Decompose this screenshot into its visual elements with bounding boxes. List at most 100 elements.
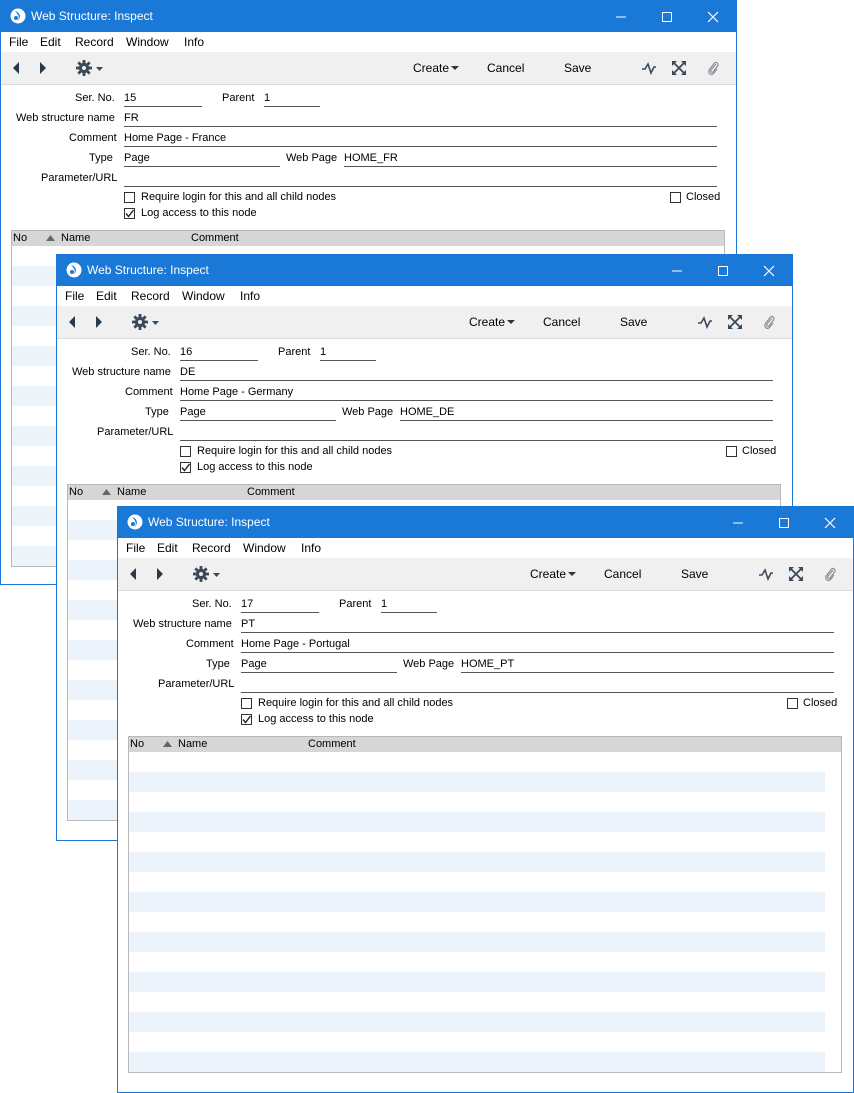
parameter-url-field[interactable] [241, 678, 834, 693]
expand-icon[interactable] [789, 567, 803, 581]
menu-window[interactable]: Window [243, 541, 286, 555]
type-field[interactable]: Page [241, 658, 397, 673]
parent-field[interactable]: 1 [381, 598, 437, 613]
minimize-button[interactable] [654, 255, 700, 286]
cancel-button[interactable]: Cancel [604, 567, 641, 581]
activity-icon[interactable] [759, 567, 773, 581]
maximize-button[interactable] [700, 255, 746, 286]
web-page-label: Web Page [286, 152, 338, 164]
paperclip-icon[interactable] [763, 314, 775, 330]
web-structure-name-field[interactable]: FR [124, 112, 717, 127]
parameter-url-field[interactable] [124, 172, 717, 187]
grid-row-stripe [129, 772, 825, 792]
require-login-checkbox[interactable] [124, 192, 135, 203]
close-button[interactable] [807, 507, 853, 538]
close-button[interactable] [746, 255, 792, 286]
ser-no-field[interactable]: 16 [180, 346, 258, 361]
log-access-checkbox[interactable] [241, 714, 252, 725]
grid-row-stripe [129, 812, 825, 832]
comment-field[interactable]: Home Page - Germany [180, 386, 773, 401]
column-no-header[interactable]: No [13, 232, 27, 244]
parent-field[interactable]: 1 [320, 346, 376, 361]
next-record-icon[interactable] [39, 61, 47, 75]
closed-checkbox[interactable] [726, 446, 737, 457]
maximize-button[interactable] [644, 1, 690, 32]
ser-no-field[interactable]: 17 [241, 598, 319, 613]
column-comment-header[interactable]: Comment [308, 738, 356, 750]
column-name-header[interactable]: Name [178, 738, 207, 750]
previous-record-icon[interactable] [129, 567, 137, 581]
log-access-checkbox[interactable] [124, 208, 135, 219]
parent-label: Parent [339, 598, 372, 610]
parameter-url-field[interactable] [180, 426, 773, 441]
parent-field[interactable]: 1 [264, 92, 320, 107]
activity-icon[interactable] [698, 315, 712, 329]
close-button[interactable] [690, 1, 736, 32]
column-name-header[interactable]: Name [117, 486, 146, 498]
menu-edit[interactable]: Edit [157, 541, 178, 555]
require-login-checkbox[interactable] [241, 698, 252, 709]
next-record-icon[interactable] [95, 315, 103, 329]
gear-icon[interactable] [76, 59, 106, 77]
create-button[interactable]: Create [469, 315, 505, 329]
maximize-button[interactable] [761, 507, 807, 538]
menu-record[interactable]: Record [75, 35, 114, 49]
menu-window[interactable]: Window [126, 35, 169, 49]
cancel-button[interactable]: Cancel [543, 315, 580, 329]
rows-grid[interactable]: No Name Comment [128, 736, 842, 1073]
title-bar[interactable]: Web Structure: Inspect [1, 1, 736, 32]
title-bar[interactable]: Web Structure: Inspect [57, 255, 792, 286]
require-login-checkbox[interactable] [180, 446, 191, 457]
web-page-field[interactable]: HOME_PT [461, 658, 834, 673]
closed-checkbox[interactable] [670, 192, 681, 203]
closed-checkbox[interactable] [787, 698, 798, 709]
minimize-button[interactable] [598, 1, 644, 32]
menu-record[interactable]: Record [192, 541, 231, 555]
save-button[interactable]: Save [620, 315, 647, 329]
menu-edit[interactable]: Edit [96, 289, 117, 303]
gear-icon[interactable] [132, 313, 162, 331]
menu-info[interactable]: Info [240, 289, 260, 303]
gear-icon[interactable] [193, 565, 223, 583]
paperclip-icon[interactable] [824, 566, 836, 582]
create-button[interactable]: Create [530, 567, 566, 581]
type-field[interactable]: Page [180, 406, 336, 421]
title-bar[interactable]: Web Structure: Inspect [118, 507, 853, 538]
save-button[interactable]: Save [564, 61, 591, 75]
comment-field[interactable]: Home Page - Portugal [241, 638, 834, 653]
menu-file[interactable]: File [126, 541, 145, 555]
comment-field[interactable]: Home Page - France [124, 132, 717, 147]
activity-icon[interactable] [642, 61, 656, 75]
minimize-button[interactable] [715, 507, 761, 538]
expand-icon[interactable] [672, 61, 686, 75]
menu-info[interactable]: Info [301, 541, 321, 555]
next-record-icon[interactable] [156, 567, 164, 581]
paperclip-icon[interactable] [707, 60, 719, 76]
column-no-header[interactable]: No [130, 738, 144, 750]
menu-record[interactable]: Record [131, 289, 170, 303]
web-page-field[interactable]: HOME_FR [344, 152, 717, 167]
app-logo-icon [66, 262, 82, 278]
menu-file[interactable]: File [65, 289, 84, 303]
previous-record-icon[interactable] [68, 315, 76, 329]
expand-icon[interactable] [728, 315, 742, 329]
column-comment-header[interactable]: Comment [191, 232, 239, 244]
column-name-header[interactable]: Name [61, 232, 90, 244]
column-no-header[interactable]: No [69, 486, 83, 498]
column-comment-header[interactable]: Comment [247, 486, 295, 498]
cancel-button[interactable]: Cancel [487, 61, 524, 75]
menu-file[interactable]: File [9, 35, 28, 49]
log-access-checkbox[interactable] [180, 462, 191, 473]
menu-window[interactable]: Window [182, 289, 225, 303]
menu-edit[interactable]: Edit [40, 35, 61, 49]
web-structure-name-field[interactable]: PT [241, 618, 834, 633]
type-field[interactable]: Page [124, 152, 280, 167]
inspect-window[interactable]: Web Structure: Inspect File Edit Record … [117, 506, 854, 1093]
ser-no-field[interactable]: 15 [124, 92, 202, 107]
menu-info[interactable]: Info [184, 35, 204, 49]
save-button[interactable]: Save [681, 567, 708, 581]
create-button[interactable]: Create [413, 61, 449, 75]
web-page-field[interactable]: HOME_DE [400, 406, 773, 421]
web-structure-name-field[interactable]: DE [180, 366, 773, 381]
previous-record-icon[interactable] [12, 61, 20, 75]
